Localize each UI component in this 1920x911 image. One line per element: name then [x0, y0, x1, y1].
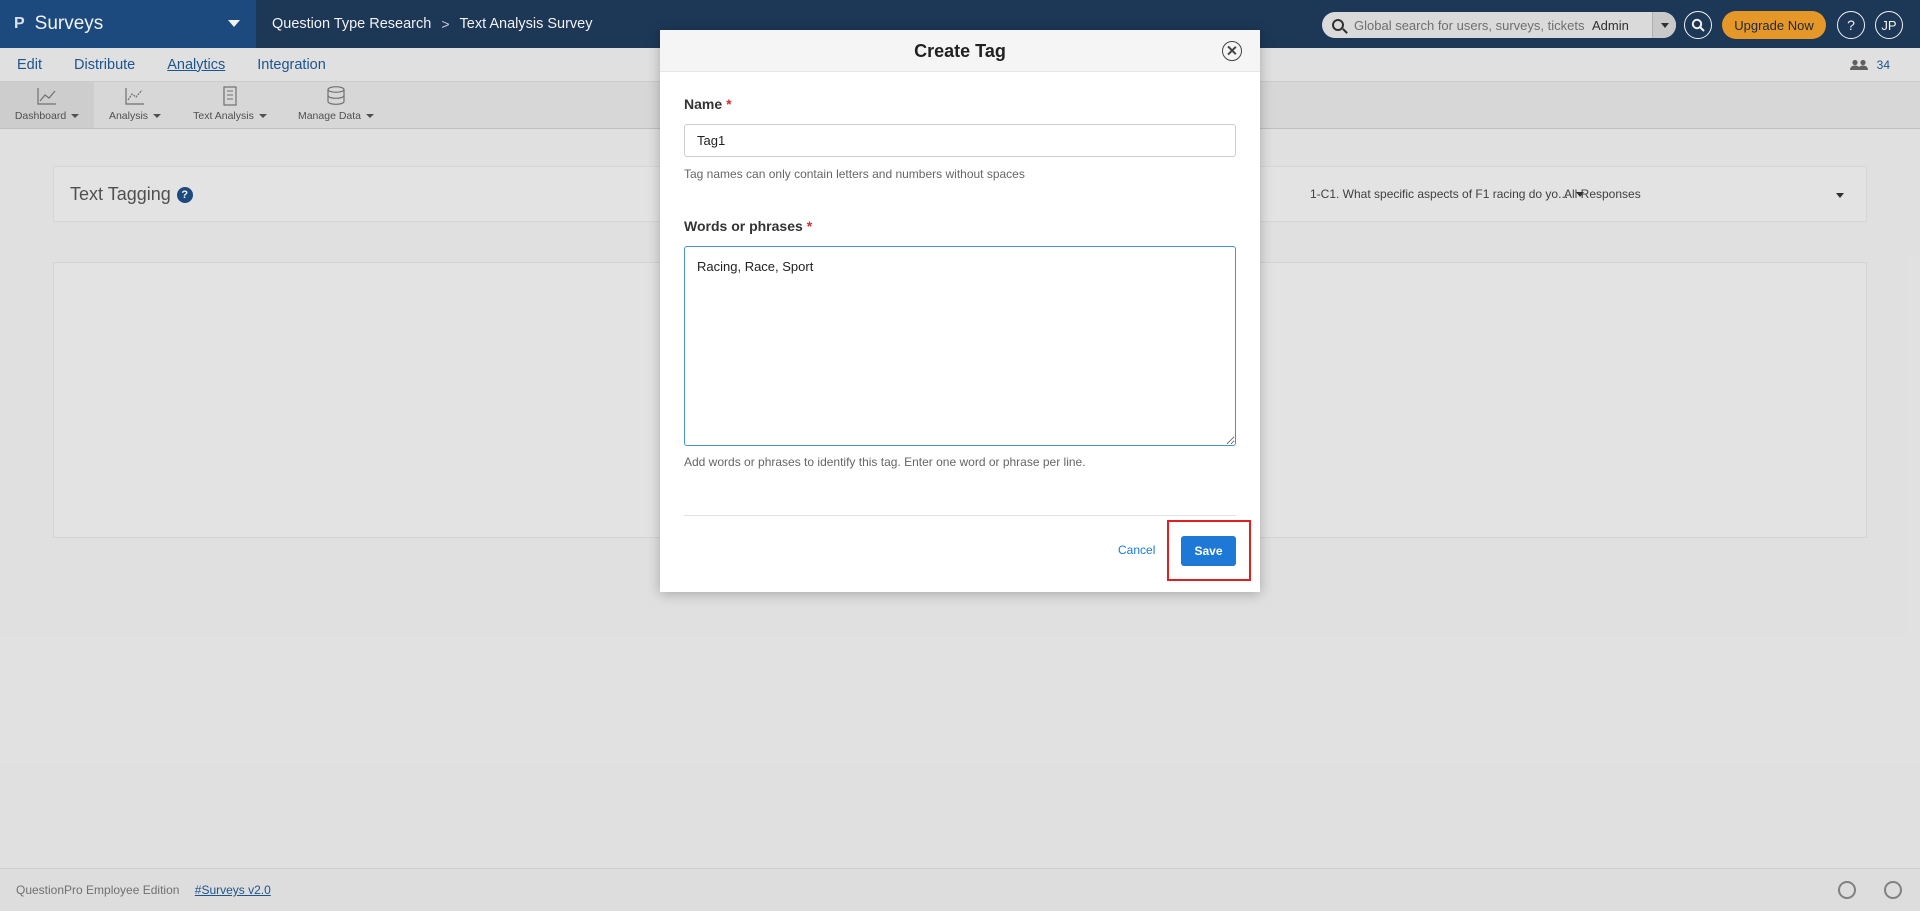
- close-icon[interactable]: [1222, 41, 1242, 61]
- words-label-text: Words or phrases: [684, 218, 803, 234]
- required-mark: *: [806, 218, 813, 234]
- dialog-divider: [684, 515, 1236, 516]
- required-mark: *: [726, 96, 732, 112]
- create-tag-dialog: Create Tag Name* Tag names can only cont…: [660, 30, 1260, 592]
- dialog-title: Create Tag: [914, 41, 1006, 61]
- save-button[interactable]: Save: [1181, 536, 1236, 566]
- words-label: Words or phrases *: [684, 218, 812, 234]
- cancel-button[interactable]: Cancel: [1118, 543, 1155, 557]
- words-phrases-textarea[interactable]: Racing, Race, Sport: [684, 246, 1236, 446]
- tag-name-input[interactable]: [684, 124, 1236, 157]
- name-label: Name *: [684, 96, 732, 112]
- name-label-text: Name: [684, 96, 723, 112]
- dialog-header: Create Tag: [660, 30, 1260, 72]
- name-hint: Tag names can only contain letters and n…: [684, 167, 1025, 181]
- words-hint: Add words or phrases to identify this ta…: [684, 455, 1086, 469]
